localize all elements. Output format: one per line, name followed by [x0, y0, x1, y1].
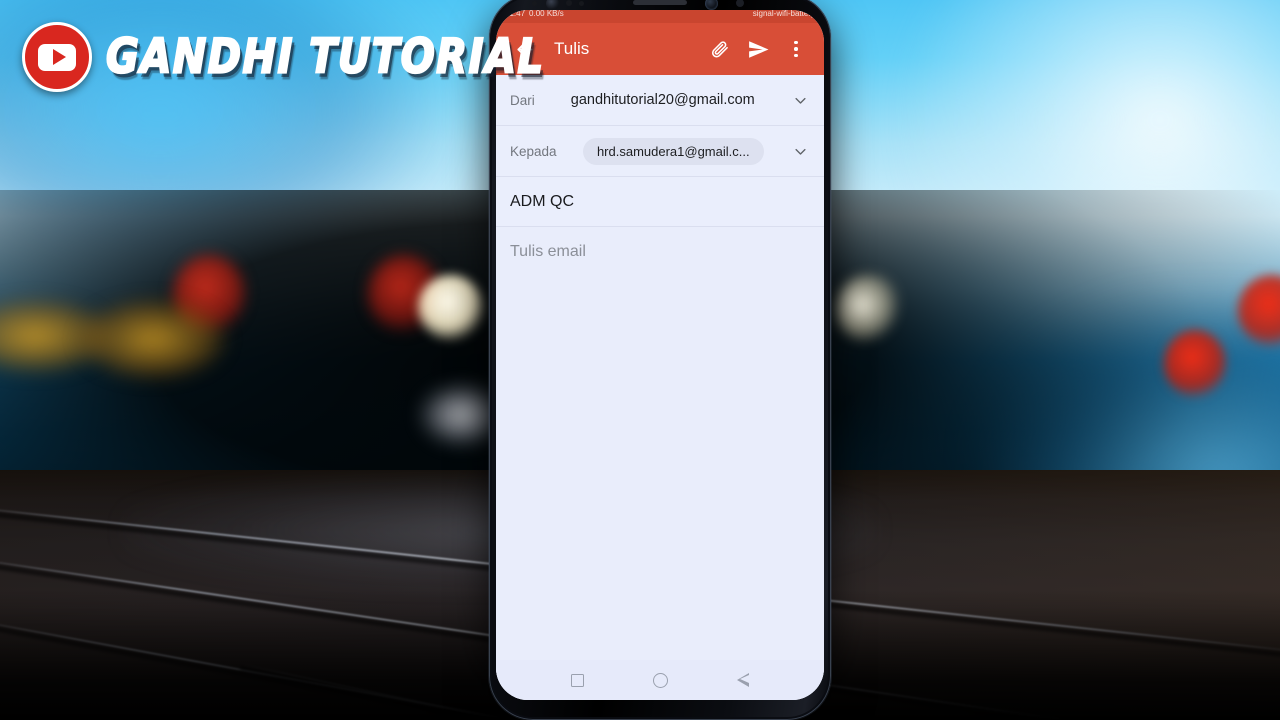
speaker-grille-icon — [633, 0, 687, 5]
from-field-row[interactable]: Dari gandhitutorial20@gmail.com — [496, 75, 824, 126]
screenshot-stage: GANDHI TUTORIAL 21:47 0.00 KB/s signal-w… — [0, 0, 1280, 720]
phone-screen: 21:47 0.00 KB/s signal-wifi-battery Tuli… — [496, 10, 824, 700]
bokeh-light-red-3 — [1164, 330, 1226, 398]
youtube-icon-screen — [38, 43, 76, 71]
kebab-dots — [794, 40, 798, 58]
chevron-down-icon[interactable] — [790, 141, 810, 161]
bokeh-light-white-1 — [418, 275, 484, 341]
compose-form: Dari gandhitutorial20@gmail.com Kepada h… — [496, 75, 824, 700]
iris-scanner-icon — [546, 0, 559, 10]
app-bar: Tulis — [496, 23, 824, 75]
from-field-value: gandhitutorial20@gmail.com — [570, 92, 755, 108]
sensor-dot-right-icon — [736, 0, 744, 7]
recipient-chip-area: hrd.samudera1@gmail.c... — [567, 137, 780, 165]
front-camera-icon — [705, 0, 718, 10]
proximity-sensor-icon — [532, 1, 537, 6]
from-field-label: Dari — [510, 92, 535, 108]
subject-field-row[interactable]: ADM QC — [496, 177, 824, 227]
back-triangle-icon[interactable] — [737, 673, 750, 687]
home-circle-icon[interactable] — [652, 672, 668, 688]
sensor-dot-icon — [579, 1, 584, 6]
subject-field-value: ADM QC — [510, 192, 574, 210]
more-vert-icon[interactable] — [779, 32, 813, 66]
recents-square-icon[interactable] — [570, 673, 584, 687]
youtube-play-icon — [22, 22, 92, 92]
attachment-icon[interactable] — [703, 32, 737, 66]
recipient-chip[interactable]: hrd.samudera1@gmail.c... — [582, 137, 764, 165]
message-body-placeholder: Tulis email — [510, 243, 586, 260]
app-bar-title: Tulis — [554, 39, 590, 58]
play-triangle-icon — [52, 49, 66, 65]
to-field-row[interactable]: Kepada hrd.samudera1@gmail.c... — [496, 126, 824, 177]
phone-top-hardware — [489, 0, 831, 12]
bokeh-light-amber-2 — [80, 300, 225, 378]
channel-watermark: GANDHI TUTORIAL — [22, 22, 544, 92]
channel-name-label: GANDHI TUTORIAL — [105, 29, 545, 86]
android-nav-bar — [496, 660, 824, 700]
send-icon[interactable] — [741, 32, 775, 66]
to-field-label: Kepada — [510, 143, 557, 159]
message-body-field[interactable]: Tulis email — [496, 227, 824, 660]
light-sensor-icon — [566, 0, 572, 6]
chevron-down-icon[interactable] — [790, 90, 810, 110]
phone-device: 21:47 0.00 KB/s signal-wifi-battery Tuli… — [489, 0, 831, 720]
